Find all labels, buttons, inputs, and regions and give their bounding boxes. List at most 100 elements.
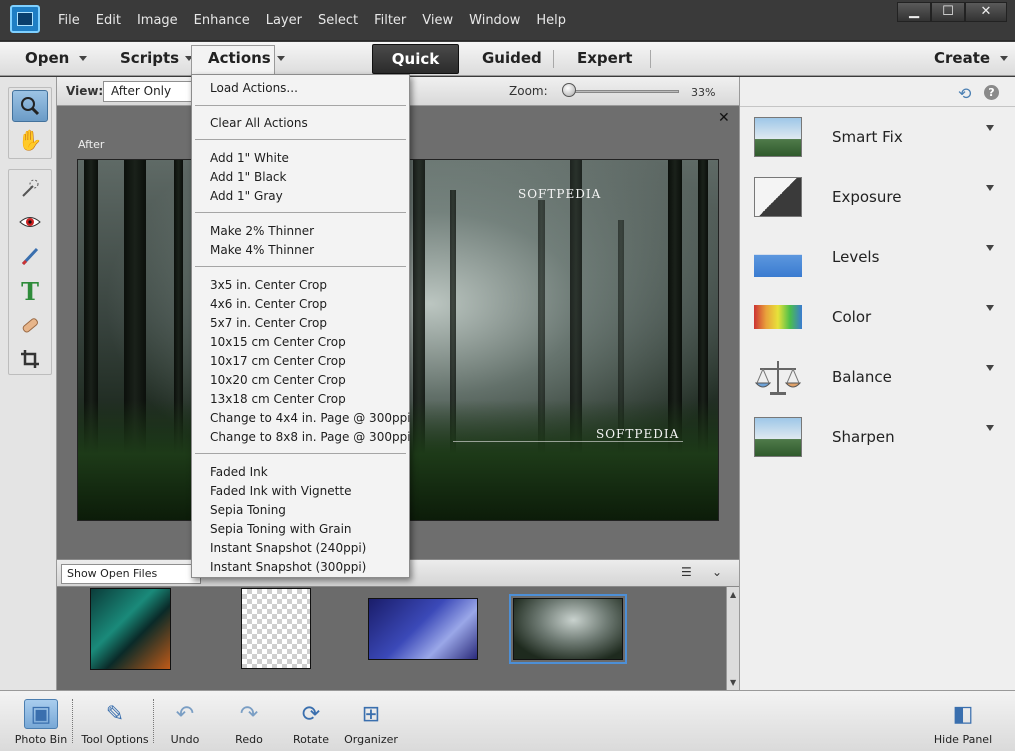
photo-bin-button[interactable]: ▣ Photo Bin (14, 691, 68, 751)
menu-layer[interactable]: Layer (258, 13, 310, 28)
chevron-down-icon[interactable] (986, 125, 994, 131)
scroll-down-icon[interactable]: ▼ (730, 678, 736, 687)
tool-options-button[interactable]: ✎ Tool Options (80, 691, 150, 751)
bin-options-icon[interactable]: ☰ (681, 565, 692, 579)
menu-view[interactable]: View (414, 13, 461, 28)
view-select[interactable]: After Only (103, 81, 195, 102)
adjustment-balance[interactable]: Balance (752, 355, 1012, 405)
expert-mode-button[interactable]: Expert (577, 42, 632, 76)
menu-separator (195, 139, 406, 140)
adjustment-label: Smart Fix (832, 128, 903, 146)
quick-mode-button[interactable]: Quick (372, 44, 459, 74)
scroll-up-icon[interactable]: ▲ (730, 590, 736, 599)
menu-item-effect[interactable]: Faded Ink (210, 465, 268, 479)
quick-selection-tool-icon[interactable] (12, 172, 48, 204)
bin-scrollbar[interactable]: ▲ ▼ (726, 587, 739, 690)
menu-edit[interactable]: Edit (88, 13, 129, 28)
reset-icon[interactable]: ⟲ (958, 84, 971, 103)
menu-item-add-black[interactable]: Add 1" Black (210, 170, 286, 184)
create-label: Create (934, 49, 991, 67)
menu-item-crop[interactable]: 4x6 in. Center Crop (210, 297, 327, 311)
collapse-bin-icon[interactable]: ⌄ (712, 565, 722, 579)
help-icon[interactable]: ? (984, 85, 999, 100)
menu-item-page-size[interactable]: Change to 8x8 in. Page @ 300ppi (210, 430, 411, 444)
menu-item-crop[interactable]: 10x20 cm Center Crop (210, 373, 346, 387)
menu-item-crop[interactable]: 10x15 cm Center Crop (210, 335, 346, 349)
menu-separator (195, 105, 406, 106)
menu-item-crop[interactable]: 5x7 in. Center Crop (210, 316, 327, 330)
guided-mode-button[interactable]: Guided (482, 42, 542, 76)
menu-enhance[interactable]: Enhance (186, 13, 258, 28)
chevron-down-icon[interactable] (986, 185, 994, 191)
sharpen-icon (754, 417, 802, 457)
rotate-button[interactable]: ⟳ Rotate (290, 691, 332, 751)
menu-help[interactable]: Help (528, 13, 574, 28)
adjustment-levels[interactable]: Levels (752, 235, 1012, 285)
photo-thumbnail[interactable] (90, 588, 171, 670)
menu-image[interactable]: Image (129, 13, 186, 28)
menu-item-thinner-2[interactable]: Make 2% Thinner (210, 224, 314, 238)
actions-button[interactable]: Actions (208, 42, 285, 76)
menu-item-load-actions[interactable]: Load Actions... (210, 81, 298, 95)
menu-select[interactable]: Select (310, 13, 366, 28)
watermark-line (453, 441, 683, 442)
bottom-bar: ▣ Photo Bin ✎ Tool Options ↶ Undo ↷ Redo… (0, 690, 1015, 751)
zoom-slider-handle[interactable] (562, 83, 576, 97)
menu-item-effect[interactable]: Sepia Toning (210, 503, 286, 517)
crop-tool-icon[interactable] (12, 343, 48, 375)
menu-item-page-size[interactable]: Change to 4x4 in. Page @ 300ppi (210, 411, 411, 425)
menu-item-add-white[interactable]: Add 1" White (210, 151, 289, 165)
menu-item-effect[interactable]: Faded Ink with Vignette (210, 484, 351, 498)
menu-item-crop[interactable]: 13x18 cm Center Crop (210, 392, 346, 406)
chevron-down-icon[interactable] (986, 365, 994, 371)
chevron-down-icon[interactable] (986, 305, 994, 311)
menu-item-add-gray[interactable]: Add 1" Gray (210, 189, 283, 203)
menu-filter[interactable]: Filter (366, 13, 414, 28)
create-button[interactable]: Create (934, 42, 1009, 76)
organizer-button[interactable]: ⊞ Organizer (344, 691, 398, 751)
menu-item-crop[interactable]: 3x5 in. Center Crop (210, 278, 327, 292)
menu-item-clear-all-actions[interactable]: Clear All Actions (210, 116, 308, 130)
watermark-bottom: SOFTPEDIA (596, 427, 680, 441)
redo-button[interactable]: ↷ Redo (230, 691, 268, 751)
zoom-slider-track[interactable] (567, 90, 679, 93)
adjustment-color[interactable]: Color (752, 295, 1012, 345)
chevron-down-icon[interactable] (986, 245, 994, 251)
rotate-label: Rotate (292, 733, 329, 746)
rotate-icon: ⟳ (301, 701, 321, 727)
window-controls: ▁ ☐ ✕ (897, 2, 1007, 22)
app-logo-icon[interactable] (10, 5, 40, 33)
red-eye-tool-icon[interactable] (12, 206, 48, 238)
show-open-files-select[interactable]: Show Open Files (61, 564, 201, 584)
menu-item-effect[interactable]: Instant Snapshot (300ppi) (210, 560, 366, 574)
zoom-tool-icon[interactable] (12, 90, 48, 122)
photo-thumbnail[interactable] (368, 598, 478, 660)
photo-thumbnail-selected[interactable] (509, 594, 627, 664)
maximize-button[interactable]: ☐ (931, 2, 965, 22)
undo-button[interactable]: ↶ Undo (166, 691, 204, 751)
close-icon[interactable]: ✕ (718, 110, 730, 126)
adjustment-smart-fix[interactable]: Smart Fix (752, 115, 1012, 165)
adjustment-label: Levels (832, 248, 880, 266)
close-window-button[interactable]: ✕ (965, 2, 1007, 22)
photo-thumbnail[interactable] (241, 588, 311, 669)
scripts-button[interactable]: Scripts (120, 42, 194, 76)
hand-tool-icon[interactable]: ✋ (12, 124, 48, 156)
menu-item-crop[interactable]: 10x17 cm Center Crop (210, 354, 346, 368)
menu-item-effect[interactable]: Instant Snapshot (240ppi) (210, 541, 366, 555)
open-button[interactable]: Open (25, 42, 88, 76)
balance-icon (754, 357, 802, 397)
menu-item-effect[interactable]: Sepia Toning with Grain (210, 522, 352, 536)
menu-item-thinner-4[interactable]: Make 4% Thinner (210, 243, 314, 257)
menu-window[interactable]: Window (461, 13, 528, 28)
minimize-button[interactable]: ▁ (897, 2, 931, 22)
menu-file[interactable]: File (50, 13, 88, 28)
open-label: Open (25, 49, 70, 67)
hide-panel-button[interactable]: ◧ Hide Panel (933, 691, 993, 751)
type-tool-icon[interactable]: T (12, 275, 48, 307)
adjustment-sharpen[interactable]: Sharpen (752, 415, 1012, 465)
chevron-down-icon[interactable] (986, 425, 994, 431)
whiten-teeth-tool-icon[interactable] (12, 240, 48, 272)
spot-healing-tool-icon[interactable] (12, 309, 48, 341)
adjustment-exposure[interactable]: Exposure (752, 175, 1012, 225)
